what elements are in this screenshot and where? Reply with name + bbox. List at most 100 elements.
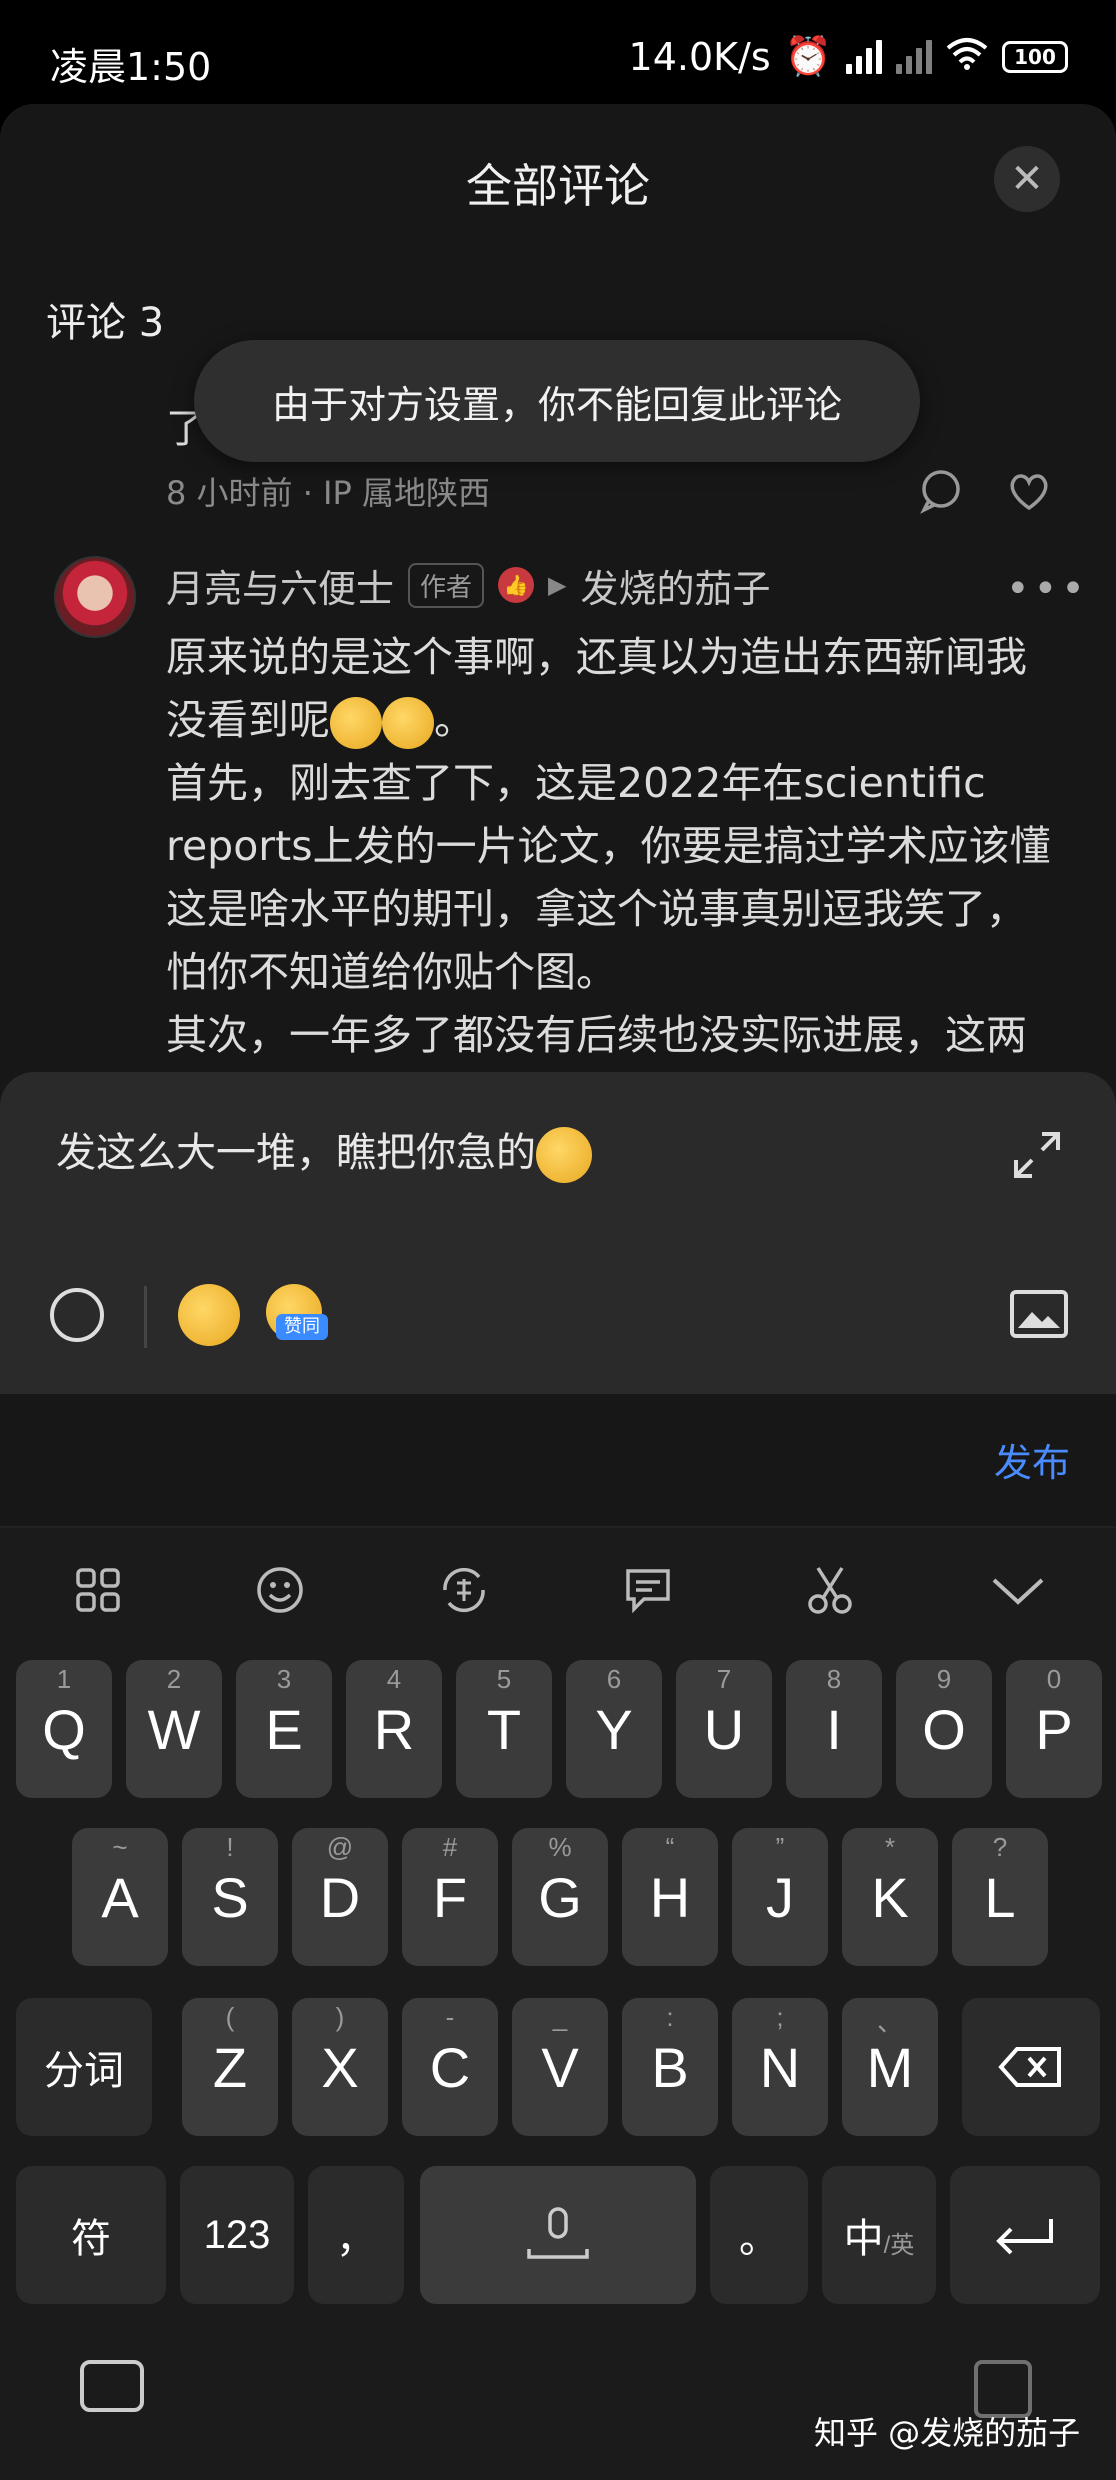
key-label: Y — [595, 1697, 633, 1761]
key-j[interactable]: ” J — [732, 1828, 828, 1966]
key-secondary-label: ) — [335, 2002, 345, 2032]
key-a[interactable]: ~ A — [72, 1828, 168, 1966]
key-label: I — [826, 1697, 842, 1761]
thumbs-up-badge-icon: 👍 — [498, 567, 535, 603]
more-icon[interactable]: ••• — [1006, 566, 1089, 612]
key-label: O — [922, 1697, 966, 1761]
alarm-icon: ⏰ — [784, 34, 832, 78]
key-enter[interactable] — [950, 2166, 1100, 2304]
keyboard-cut-icon[interactable] — [800, 1560, 860, 1620]
facepalm-emoji-icon — [382, 697, 434, 749]
key-b[interactable]: :B — [622, 1998, 718, 2136]
keyboard-apps-icon[interactable] — [68, 1560, 128, 1620]
key-label: T — [486, 1697, 522, 1761]
key-symbols[interactable]: 符 — [16, 2166, 166, 2304]
key-secondary-label: @ — [326, 1832, 354, 1862]
publish-button[interactable]: 发布 — [994, 1432, 1070, 1487]
key-label: H — [649, 1865, 691, 1929]
expand-icon[interactable] — [1012, 1130, 1062, 1192]
key-l[interactable]: ? L — [952, 1828, 1048, 1966]
key-z[interactable]: (Z — [182, 1998, 278, 2136]
key-w[interactable]: 2W — [126, 1660, 222, 1798]
key-t[interactable]: 5T — [456, 1660, 552, 1798]
key-m[interactable]: 、 M — [842, 1998, 938, 2136]
image-icon[interactable] — [1010, 1290, 1068, 1338]
emoji-picker-icon[interactable] — [50, 1288, 104, 1342]
keyboard-clipboard-icon[interactable] — [618, 1560, 678, 1620]
agree-badge: 赞同 — [276, 1314, 328, 1340]
key-c[interactable]: -C — [402, 1998, 498, 2136]
key-x[interactable]: ) X — [292, 1998, 388, 2136]
keyboard-translate-icon[interactable] — [434, 1560, 494, 1620]
key-secondary-label: ” — [775, 1832, 785, 1862]
key-d[interactable]: @ D — [292, 1828, 388, 1966]
close-button[interactable]: ✕ — [994, 146, 1060, 212]
key-q[interactable]: 1Q — [16, 1660, 112, 1798]
key-label: G — [538, 1865, 582, 1929]
key-h[interactable]: “H — [622, 1828, 718, 1966]
reply-button[interactable] — [916, 466, 966, 516]
key-space[interactable] — [420, 2166, 696, 2304]
watermark: 知乎 @发烧的茄子 — [814, 2414, 1081, 2452]
toast-message: 由于对方设置，你不能回复此评论 — [194, 340, 920, 462]
keyboard-emoji-icon[interactable] — [250, 1560, 310, 1620]
keyboard-collapse-icon[interactable] — [988, 1560, 1048, 1620]
key-e[interactable]: 3E — [236, 1660, 332, 1798]
key-p[interactable]: 0P — [1006, 1660, 1102, 1798]
key-k[interactable]: * K — [842, 1828, 938, 1966]
key-secondary-label: ~ — [112, 1832, 128, 1862]
comment-input[interactable]: 发这么大一堆，瞧把你急的 — [56, 1120, 592, 1183]
key-fenci[interactable]: 分词 — [16, 1998, 152, 2136]
network-speed: 14.0K/s — [628, 34, 771, 79]
key-numbers[interactable]: 123 — [180, 2166, 294, 2304]
key-g[interactable]: % G — [512, 1828, 608, 1966]
author-name[interactable]: 月亮与六便士 — [166, 558, 394, 613]
comment-author-row: 月亮与六便士 作者 👍 ▶ 发烧的茄子 — [166, 556, 771, 614]
key-v[interactable]: _ V — [512, 1998, 608, 2136]
comment-line: 原来说的是这个事啊，还真以为造出东西新闻我 — [166, 633, 1027, 681]
quick-emoji-agree-icon[interactable]: 赞同 — [262, 1284, 328, 1346]
key-backspace[interactable] — [962, 1998, 1100, 2136]
key-label: F — [432, 1865, 468, 1929]
key-secondary-label: # — [442, 1832, 458, 1862]
key-label: X — [321, 2035, 359, 2099]
key-s[interactable]: ! S — [182, 1828, 278, 1966]
key-y[interactable]: 6Y — [566, 1660, 662, 1798]
reply-to-name[interactable]: 发烧的茄子 — [581, 558, 771, 613]
key-comma[interactable]: ， — [308, 2166, 404, 2304]
key-i[interactable]: 8I — [786, 1660, 882, 1798]
key-language[interactable]: 中/英 — [822, 2166, 936, 2304]
avatar[interactable] — [54, 556, 136, 638]
key-r[interactable]: 4R — [346, 1660, 442, 1798]
enter-icon — [996, 2219, 1053, 2255]
key-en-label: /英 — [883, 2231, 915, 2259]
key-secondary-label: - — [445, 2002, 455, 2032]
comment-count: 评论 3 — [46, 300, 165, 346]
keyboard-switch-icon[interactable] — [80, 2360, 144, 2412]
key-secondary-label: 3 — [276, 1664, 292, 1694]
status-right: 14.0K/s ⏰ 100 — [629, 34, 1068, 79]
key-secondary-label: “ — [665, 1832, 675, 1862]
key-secondary-label: ? — [992, 1832, 1008, 1862]
key-label: M — [866, 2035, 914, 2099]
comment-line: reports上发的一片论文，你要是搞过学术应该懂 — [166, 822, 1051, 870]
key-zh-label: 中 — [843, 2217, 884, 2261]
sheet-title: 全部评论 — [466, 159, 650, 213]
key-secondary-label: ! — [226, 1832, 234, 1862]
quick-emoji-flushed-icon[interactable] — [178, 1284, 240, 1346]
like-button[interactable] — [1004, 466, 1054, 516]
key-secondary-label: 2 — [166, 1664, 182, 1694]
key-n[interactable]: ; N — [732, 1998, 828, 2136]
key-o[interactable]: 9O — [896, 1660, 992, 1798]
key-f[interactable]: # F — [402, 1828, 498, 1966]
comment-line: 首先，刚去查了下，这是2022年在scientific — [166, 759, 986, 807]
comment-line: 没看到呢。 — [166, 689, 1066, 752]
flushed-emoji-icon — [536, 1127, 592, 1183]
publish-bar — [0, 1394, 1116, 1526]
heart-icon — [1010, 474, 1048, 511]
key-label: B — [651, 2035, 689, 2099]
key-label: P — [1035, 1697, 1073, 1761]
key-period[interactable]: 。 — [710, 2166, 808, 2304]
key-u[interactable]: 7U — [676, 1660, 772, 1798]
close-icon: ✕ — [1010, 156, 1044, 202]
